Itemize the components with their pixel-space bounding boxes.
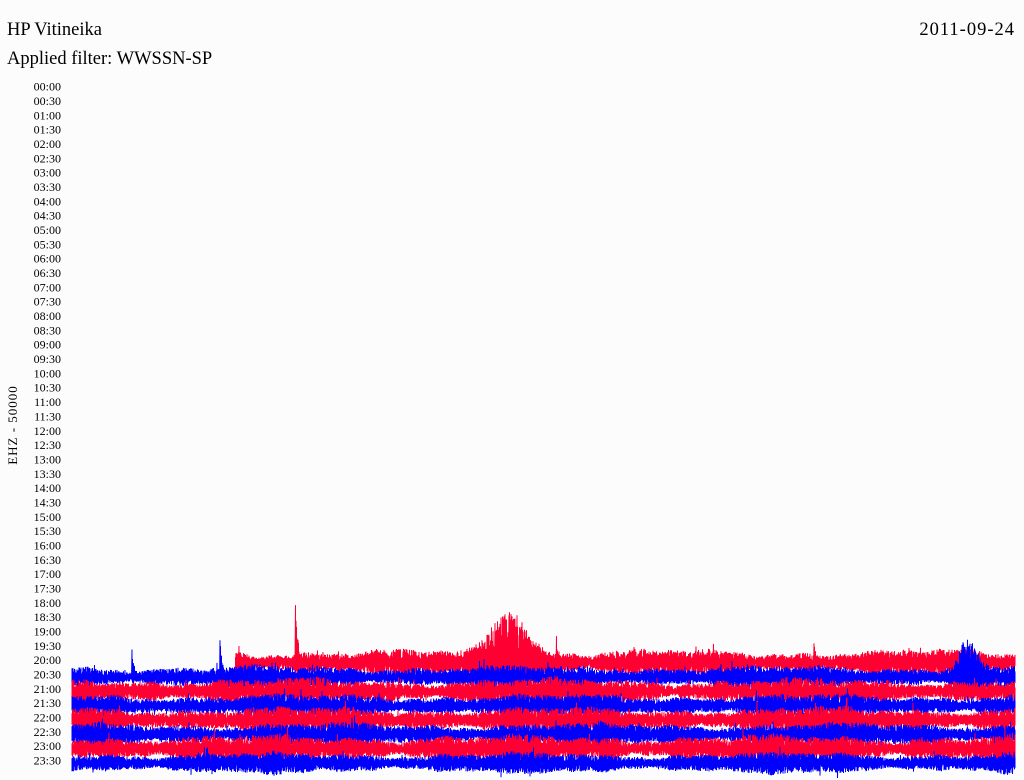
y-tick-label: 10:30 — [34, 381, 61, 395]
y-tick-label: 20:00 — [34, 653, 61, 667]
trace-group — [71, 605, 1016, 779]
y-tick-label: 00:00 — [34, 80, 61, 94]
y-tick-label: 06:00 — [34, 252, 61, 266]
y-tick-label: 01:00 — [34, 108, 61, 122]
y-tick-label: 22:30 — [34, 725, 61, 739]
helicorder-page: HP Vitineika 2011-09-24 Applied filter: … — [0, 0, 1024, 780]
y-tick-label: 21:30 — [34, 696, 61, 710]
y-tick-label: 02:30 — [34, 151, 61, 165]
y-tick-label: 20:30 — [34, 668, 61, 682]
filter-label: Applied filter: WWSSN-SP — [7, 49, 213, 69]
y-tick-label: 09:30 — [34, 352, 61, 366]
station-title: HP Vitineika — [7, 20, 102, 40]
helicorder-chart: EHZ - 50000 00:0000:3001:0001:3002:0002:… — [5, 80, 1016, 779]
y-tick-label: 19:30 — [34, 639, 61, 653]
y-tick-label: 05:30 — [34, 237, 61, 251]
y-tick-label: 21:00 — [34, 682, 61, 696]
y-tick-label: 03:00 — [34, 166, 61, 180]
y-tick-label: 13:00 — [34, 452, 61, 466]
y-tick-label: 10:00 — [34, 366, 61, 380]
y-axis-label: EHZ - 50000 — [5, 385, 20, 465]
y-tick-label: 11:00 — [34, 395, 61, 409]
y-tick-label: 19:00 — [34, 625, 61, 639]
y-tick-label: 03:30 — [34, 180, 61, 194]
y-tick-label: 23:30 — [34, 754, 61, 768]
y-tick-label: 18:30 — [34, 610, 61, 624]
y-tick-label: 07:30 — [34, 295, 61, 309]
y-tick-label: 04:30 — [34, 209, 61, 223]
y-tick-label: 00:30 — [34, 94, 61, 108]
y-tick-label: 05:00 — [34, 223, 61, 237]
y-tick-label: 02:00 — [34, 137, 61, 151]
y-tick-label: 16:30 — [34, 553, 61, 567]
y-tick-label: 15:30 — [34, 524, 61, 538]
y-tick-label: 11:30 — [34, 409, 61, 423]
y-tick-label: 07:00 — [34, 280, 61, 294]
y-tick-label: 08:30 — [34, 323, 61, 337]
y-tick-label: 13:30 — [34, 467, 61, 481]
y-tick-label: 22:00 — [34, 711, 61, 725]
plot-date: 2011-09-24 — [919, 20, 1015, 40]
y-tick-label: 04:00 — [34, 194, 61, 208]
y-tick-label: 15:00 — [34, 510, 61, 524]
y-tick-label: 09:00 — [34, 338, 61, 352]
y-tick-label: 16:00 — [34, 539, 61, 553]
y-tick-label: 14:00 — [34, 481, 61, 495]
y-tick-labels: 00:0000:3001:0001:3002:0002:3003:0003:30… — [34, 80, 61, 768]
y-tick-label: 01:30 — [34, 123, 61, 137]
y-tick-label: 08:00 — [34, 309, 61, 323]
y-tick-label: 14:30 — [34, 496, 61, 510]
y-tick-label: 12:00 — [34, 424, 61, 438]
y-tick-label: 17:00 — [34, 567, 61, 581]
y-tick-label: 17:30 — [34, 582, 61, 596]
y-tick-label: 18:00 — [34, 596, 61, 610]
y-tick-label: 23:00 — [34, 739, 61, 753]
y-tick-label: 12:30 — [34, 438, 61, 452]
y-tick-label: 06:30 — [34, 266, 61, 280]
